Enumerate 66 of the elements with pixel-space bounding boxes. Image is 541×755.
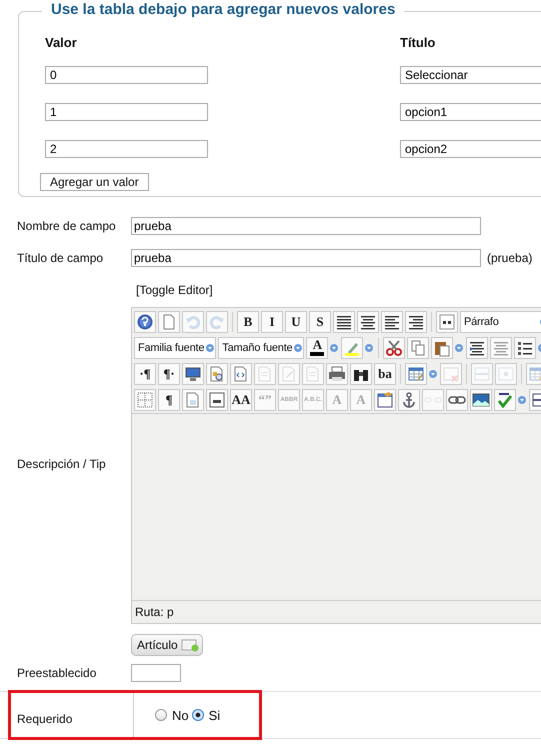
dotted-grid-icon[interactable] [134, 388, 156, 410]
radio-label[interactable]: Si [208, 708, 220, 722]
code-icon[interactable] [230, 362, 252, 384]
toolbar-dropdown[interactable]: Párrafo [460, 310, 541, 332]
toolbar-button[interactable]: U [285, 310, 307, 332]
spellcheck-icon[interactable] [494, 388, 516, 410]
toolbar-button[interactable]: B [237, 310, 259, 332]
field-label: Nombre de campo [16, 219, 117, 233]
add-value-button[interactable]: Agregar un valor [40, 173, 149, 191]
field-label: Requerido [16, 712, 74, 726]
toolbar-button[interactable]: AA [230, 388, 252, 410]
toolbar-button[interactable]: ba [374, 362, 396, 384]
dropdown-arrow-icon[interactable] [294, 344, 302, 352]
text-field[interactable]: 2 [45, 140, 208, 158]
text-color-button[interactable]: A [306, 336, 328, 358]
radio-label[interactable]: No [172, 708, 189, 722]
text-field[interactable]: prueba [131, 217, 481, 235]
column-header: Título [400, 36, 436, 49]
text-field[interactable] [131, 664, 181, 682]
dropdown-arrow-icon[interactable] [206, 344, 214, 352]
scissors-icon[interactable] [383, 336, 406, 358]
field-note: (prueba) [487, 251, 532, 265]
toolbar-button[interactable]: S [309, 310, 331, 332]
monitor-icon[interactable] [182, 362, 204, 384]
text-field[interactable]: prueba [131, 249, 481, 267]
indent-icon[interactable] [466, 336, 488, 358]
help-icon[interactable] [134, 310, 156, 332]
preview-icon[interactable] [206, 362, 228, 384]
toolbar-button[interactable]: I [261, 310, 283, 332]
quote-icon[interactable] [436, 310, 458, 332]
frame-icon[interactable] [206, 388, 228, 410]
field-label: Descripción / Tip [16, 457, 107, 471]
field-label: Título de campo [16, 251, 104, 265]
align-center-icon[interactable] [357, 310, 379, 332]
toolbar-button[interactable]: ·¶ [134, 362, 156, 384]
align-justify-icon[interactable] [333, 310, 355, 332]
table-icon[interactable] [405, 362, 427, 384]
image-icon[interactable] [470, 388, 492, 410]
paste-icon[interactable] [431, 336, 454, 358]
article-button[interactable]: Artículo [131, 634, 203, 656]
align-right-icon[interactable] [405, 310, 427, 332]
text-field[interactable]: 0 [45, 66, 208, 84]
text-field[interactable]: opcion2 [400, 140, 541, 158]
binoculars-icon[interactable] [350, 362, 372, 384]
field-label: Preestablecido [16, 666, 98, 680]
radio-button[interactable] [192, 709, 204, 721]
toolbar-button[interactable]: ¶ [158, 388, 180, 410]
radio-button[interactable] [155, 709, 167, 721]
align-left-icon[interactable] [381, 310, 403, 332]
editor-path: Ruta: p [132, 600, 541, 623]
printer-icon[interactable] [326, 362, 348, 384]
toolbar-button[interactable]: ¶· [158, 362, 180, 384]
text-field[interactable]: Seleccionar [400, 66, 541, 84]
toggle-editor-link[interactable]: [Toggle Editor] [136, 283, 213, 297]
numbered-list-icon[interactable] [514, 336, 536, 358]
article-icon [180, 638, 199, 652]
text-field[interactable]: 1 [45, 103, 208, 121]
toolbar-dropdown[interactable]: Familia fuente [134, 336, 216, 358]
panel-title: Use la tabla debajo para agregar nuevos valores [42, 1, 404, 18]
column-header: Valor [45, 36, 78, 49]
clipboard-icon[interactable] [374, 388, 396, 410]
toolbar-dropdown[interactable]: Tamaño fuente [218, 336, 304, 358]
new-document-icon[interactable] [158, 310, 180, 332]
link-icon[interactable] [446, 388, 468, 410]
anchor-icon[interactable] [398, 388, 420, 410]
text-field[interactable]: opcion1 [400, 103, 541, 121]
